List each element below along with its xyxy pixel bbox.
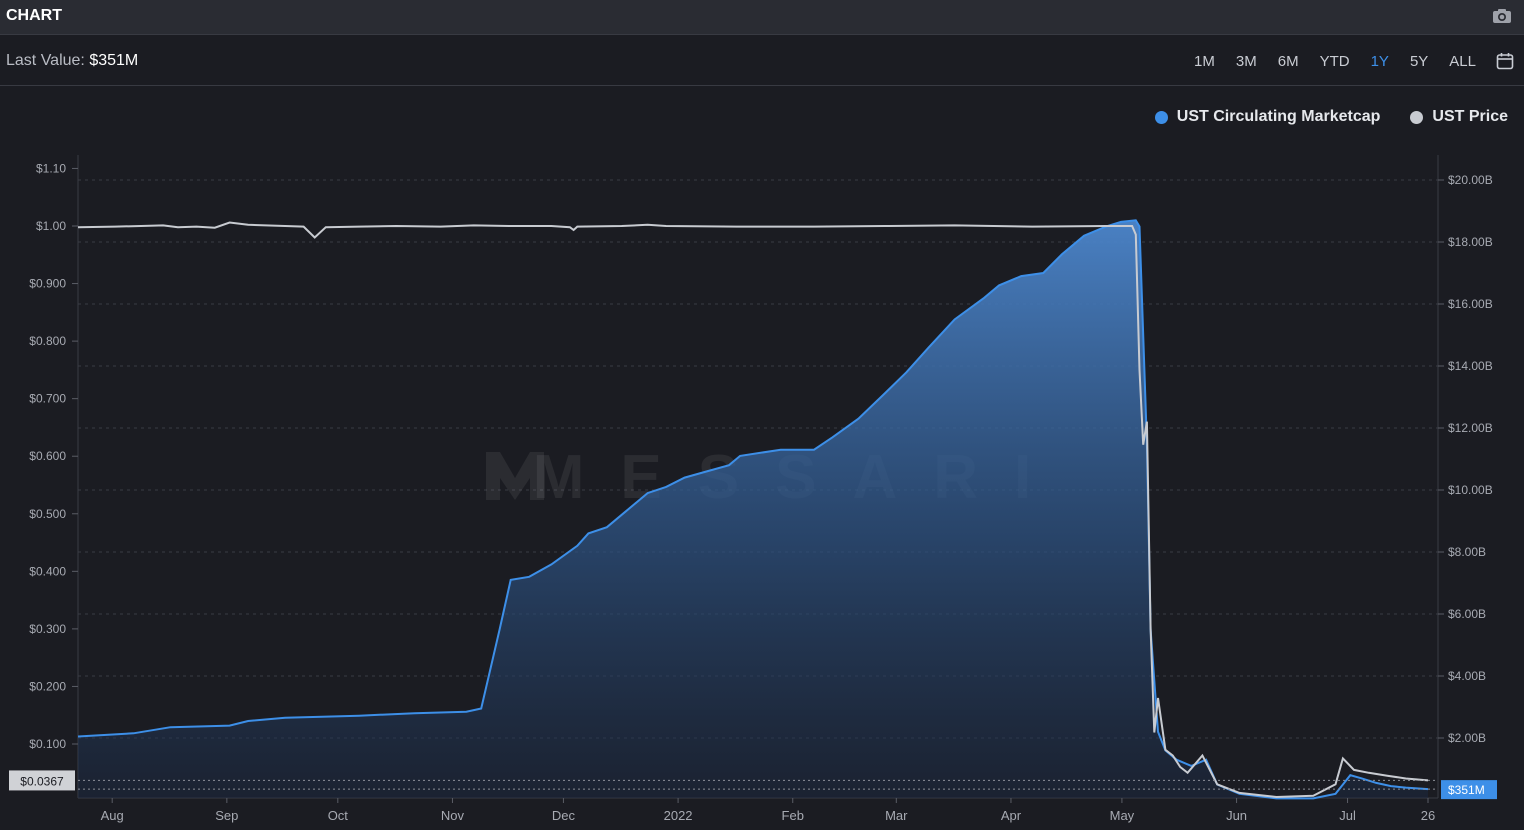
right-tick-label: $12.00B — [1448, 421, 1493, 435]
x-tick-label: Jun — [1226, 808, 1247, 823]
x-tick-label: Oct — [328, 808, 349, 823]
x-tick-label: 2022 — [664, 808, 693, 823]
chart-plot: MESSARI $2.00B$4.00B$6.00B$8.00B$10.00B$… — [9, 155, 1497, 823]
left-tick-label: $0.300 — [29, 622, 66, 636]
x-tick-label: 26 — [1421, 808, 1435, 823]
left-tick-label: $0.500 — [29, 507, 66, 521]
right-tick-label: $6.00B — [1448, 607, 1486, 621]
right-tick-label: $2.00B — [1448, 731, 1486, 745]
x-tick-label: Feb — [782, 808, 804, 823]
x-tick-label: Apr — [1001, 808, 1022, 823]
right-tick-label: $10.00B — [1448, 483, 1493, 497]
left-tick-label: $0.700 — [29, 392, 66, 406]
x-tick-label: May — [1110, 808, 1135, 823]
marketcap-current-label: $351M — [1448, 783, 1485, 797]
right-tick-label: $16.00B — [1448, 297, 1493, 311]
right-tick-label: $18.00B — [1448, 235, 1493, 249]
left-tick-label: $0.800 — [29, 334, 66, 348]
right-tick-label: $14.00B — [1448, 359, 1493, 373]
left-tick-label: $0.100 — [29, 737, 66, 751]
x-tick-label: Sep — [215, 808, 238, 823]
left-tick-label: $0.600 — [29, 449, 66, 463]
price-current-label: $0.0367 — [20, 774, 64, 788]
right-tick-label: $20.00B — [1448, 173, 1493, 187]
series — [77, 219, 1438, 800]
x-tick-label: Mar — [885, 808, 908, 823]
x-tick-label: Aug — [101, 808, 124, 823]
x-tick-label: Dec — [552, 808, 576, 823]
left-tick-label: $0.400 — [29, 564, 66, 578]
x-tick-label: Jul — [1339, 808, 1356, 823]
right-tick-label: $8.00B — [1448, 545, 1486, 559]
x-tick-label: Nov — [441, 808, 465, 823]
right-tick-label: $4.00B — [1448, 669, 1486, 683]
left-tick-label: $1.00 — [36, 219, 66, 233]
left-tick-label: $0.200 — [29, 679, 66, 693]
marketcap-area — [78, 220, 1428, 799]
watermark-logo — [486, 452, 544, 500]
left-tick-label: $1.10 — [36, 161, 66, 175]
left-tick-label: $0.900 — [29, 277, 66, 291]
